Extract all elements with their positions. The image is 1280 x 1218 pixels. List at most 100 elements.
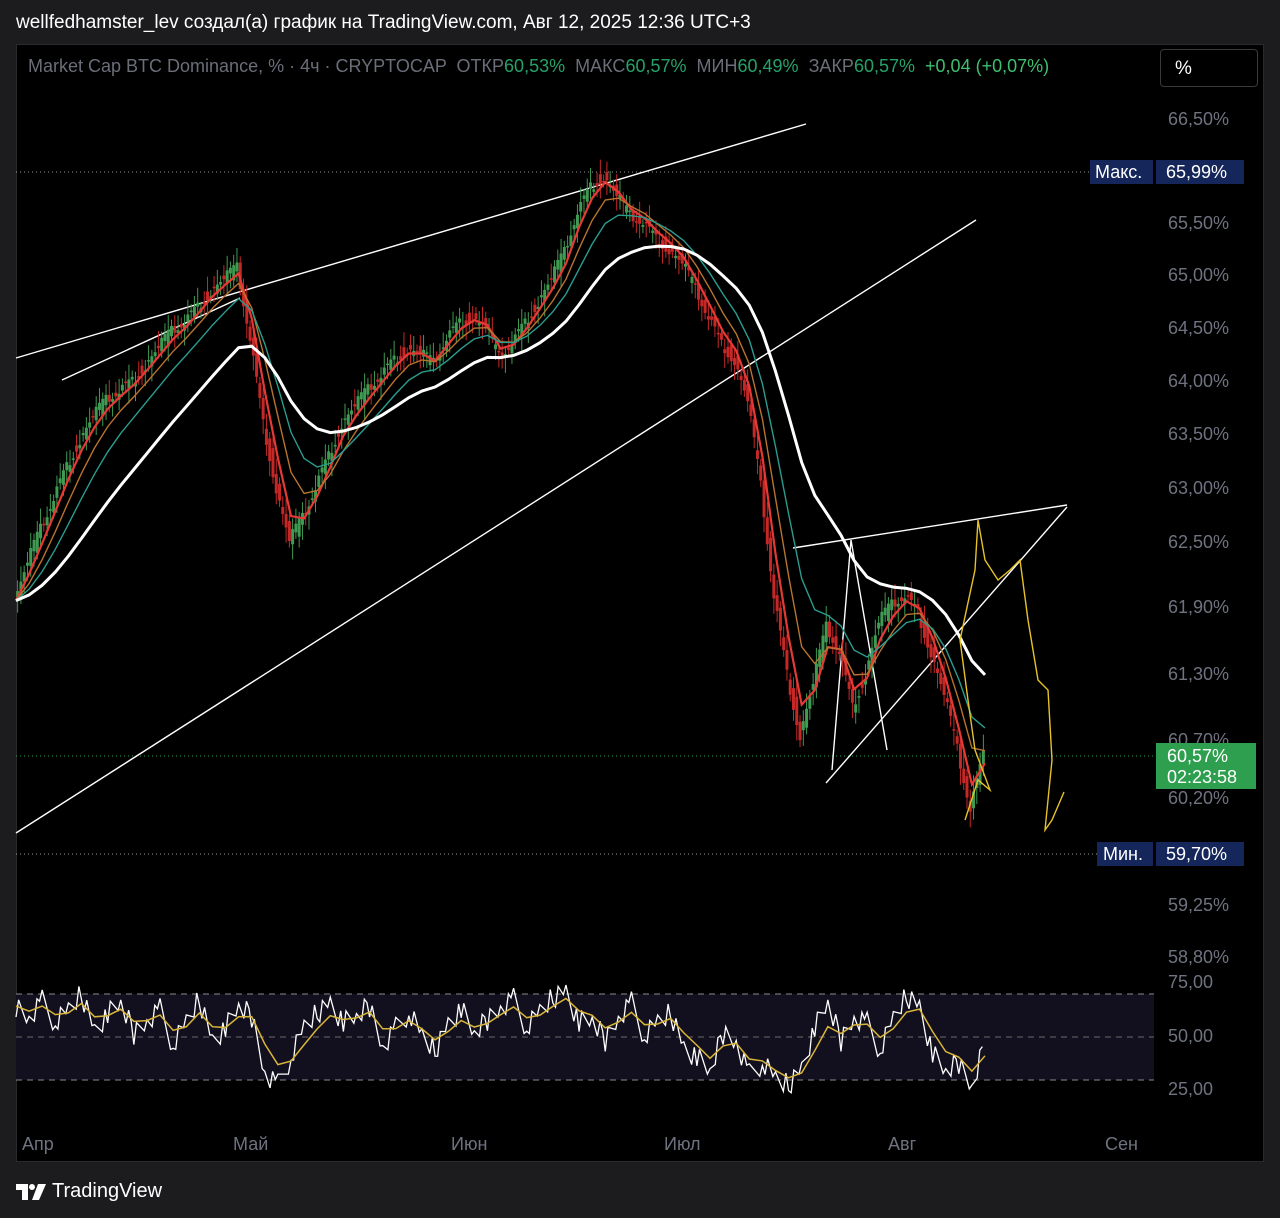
candle-body [651, 230, 655, 233]
candle-body [474, 313, 478, 320]
candle-body [124, 381, 128, 384]
price-tick-label: 65,00% [1168, 265, 1229, 285]
high-value: 60,57% [625, 56, 687, 76]
candle-body [408, 345, 412, 350]
candle-body [264, 428, 268, 445]
candle-body [828, 621, 832, 638]
candle-body [857, 696, 861, 698]
close-label: ЗАКР [808, 56, 854, 76]
candle-body [425, 352, 429, 354]
candle-body [795, 696, 799, 725]
candle-body [343, 418, 347, 420]
rsi-tick-label: 50,00 [1168, 1026, 1213, 1046]
candle-body [32, 539, 36, 552]
ma-long-line [15, 244, 987, 676]
change-value: +0,04 (+0,07%) [925, 56, 1050, 76]
candle-body [415, 350, 419, 353]
candle-body [189, 310, 193, 313]
candle-body [219, 281, 223, 285]
candle-body [48, 509, 52, 511]
candle-body [153, 352, 157, 357]
percent-scale-button[interactable]: % [1160, 49, 1258, 87]
candle-body [278, 483, 282, 501]
candle-body [196, 302, 200, 307]
candle-body [706, 316, 710, 320]
candle-body [71, 458, 75, 460]
candle-body [981, 750, 985, 765]
open-label: ОТКР [456, 56, 505, 76]
candle-body [382, 367, 386, 375]
candle-body [589, 182, 593, 189]
candle-body [222, 275, 226, 280]
ema-fast-line [15, 180, 986, 788]
moving-averages [15, 180, 987, 788]
candle-body [886, 603, 890, 622]
candle-body [497, 350, 501, 353]
candle-body [179, 323, 183, 328]
candle-body [582, 195, 586, 199]
candle-body [775, 595, 779, 612]
candle-body [877, 622, 881, 629]
candle-body [317, 475, 321, 487]
candle-body [739, 375, 743, 380]
candle-body [206, 291, 210, 301]
candle-body [890, 599, 894, 611]
candle-body [723, 349, 727, 354]
candle-body [873, 635, 877, 648]
candle-body [111, 399, 115, 402]
candle-body [55, 486, 59, 498]
candle-body [726, 346, 730, 358]
candle-body [936, 668, 940, 673]
candle-body [553, 266, 557, 283]
candle-body [958, 743, 962, 769]
candle-body [281, 506, 285, 514]
candle-body [880, 611, 884, 627]
candle-body [801, 721, 805, 731]
candle-body [605, 172, 609, 181]
candle-body [824, 621, 828, 643]
candle-body [186, 314, 190, 322]
last-price-value: 60,57% [1167, 746, 1228, 766]
price-chart[interactable]: 66,50% 65,50% 65,00% 64,50% 64,00% 63,50% 63,0… [0, 0, 1280, 1218]
candle-body [955, 736, 959, 744]
tradingview-logo[interactable]: TradingView [16, 1180, 162, 1203]
candle-body [850, 688, 854, 703]
max-marker-value: 65,99% [1166, 162, 1227, 182]
price-tick-label: 66,50% [1168, 109, 1229, 129]
price-tick-label: 62,50% [1168, 532, 1229, 552]
candle-body [359, 392, 363, 400]
time-axis: Апр Май Июн Июл Авг Сен [22, 1134, 1138, 1154]
candle-body [451, 326, 455, 328]
max-marker: Макс. 65,99% [1090, 160, 1244, 184]
candle-body [641, 225, 645, 227]
candle-body [376, 379, 380, 382]
candle-body [572, 225, 576, 230]
candle-body [805, 708, 809, 728]
candle-body [742, 380, 746, 391]
time-tick-label: Авг [888, 1134, 917, 1154]
candle-body [847, 681, 851, 689]
candle-body [353, 404, 357, 407]
candle-body [703, 299, 707, 313]
candle-body [556, 259, 560, 270]
candle-body [765, 517, 769, 545]
candle-body [788, 679, 792, 695]
candle-body [58, 478, 62, 484]
candle-body [156, 345, 160, 349]
min-marker-label: Мин. [1103, 844, 1143, 864]
candle-body [854, 704, 858, 713]
min-marker: Мин. 59,70% [1097, 842, 1244, 866]
wedge-bottom-line [825, 506, 1068, 784]
candle-body [700, 299, 704, 307]
rsi-tick-label: 75,00 [1168, 972, 1213, 992]
rsi-axis: 75,00 50,00 25,00 [1168, 972, 1213, 1099]
candle-body [562, 246, 566, 260]
candle-body [952, 729, 956, 731]
candle-body [320, 467, 324, 473]
time-tick-label: Апр [22, 1134, 54, 1154]
symbol-legend: Market Cap BTC Dominance, % · 4ч · CRYPT… [28, 56, 1049, 77]
min-marker-value: 59,70% [1166, 844, 1227, 864]
candle-body [448, 330, 452, 338]
candle-body [769, 537, 773, 572]
candle-body [733, 358, 737, 366]
